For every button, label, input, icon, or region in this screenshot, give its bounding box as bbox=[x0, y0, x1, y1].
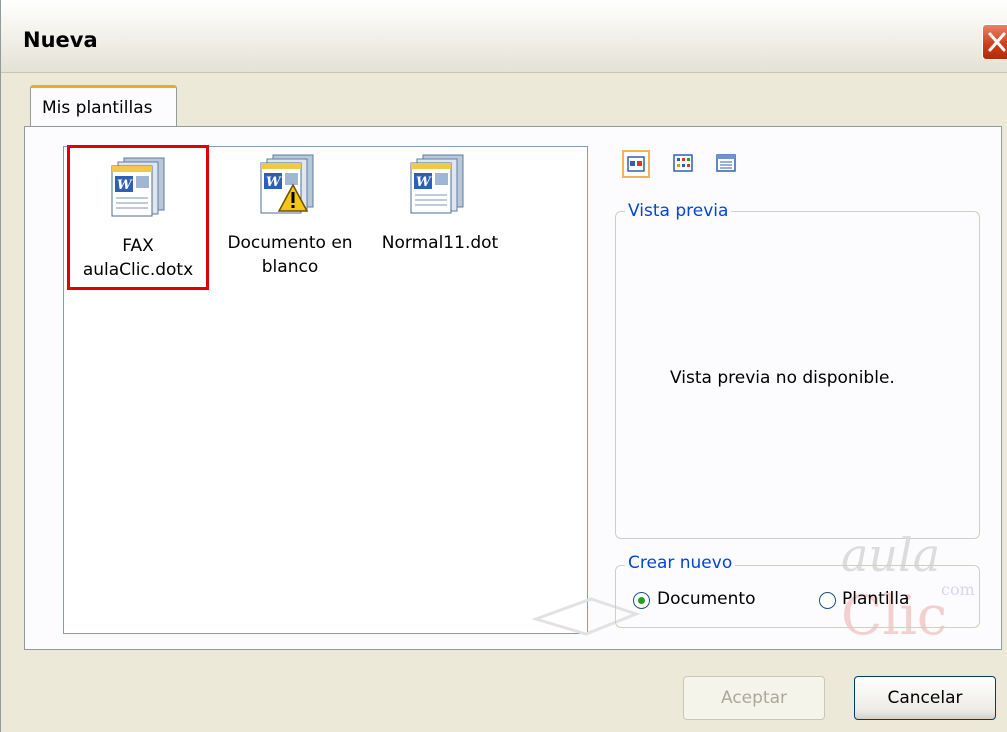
svg-text:W: W bbox=[416, 175, 432, 190]
document-radio-label[interactable]: Documento bbox=[657, 589, 755, 609]
template-radio-label[interactable]: Plantilla bbox=[842, 589, 909, 609]
word-template-icon: W bbox=[111, 157, 165, 217]
list-view-button[interactable] bbox=[670, 150, 698, 178]
cancel-button[interactable]: Cancelar bbox=[854, 676, 996, 720]
details-view-icon bbox=[716, 154, 736, 172]
new-document-dialog: Nueva Mis plantillas W FAX aulaClic.dotx bbox=[0, 0, 1007, 732]
close-button[interactable] bbox=[982, 24, 1007, 60]
template-name-line1: FAX bbox=[122, 236, 154, 256]
template-name-line1: Normal11.dot bbox=[381, 233, 499, 253]
details-view-button[interactable] bbox=[713, 150, 741, 178]
tab-mis-plantillas[interactable]: Mis plantillas bbox=[30, 85, 177, 127]
document-radio[interactable] bbox=[633, 592, 650, 609]
word-template-icon: W bbox=[410, 154, 464, 214]
close-icon bbox=[988, 32, 1006, 52]
large-icons-view-icon bbox=[627, 156, 645, 172]
accept-button[interactable]: Aceptar bbox=[683, 676, 825, 720]
create-new-group-title: Crear nuevo bbox=[625, 553, 736, 573]
tab-label: Mis plantillas bbox=[42, 98, 153, 118]
template-name-line2: aulaClic.dotx bbox=[82, 260, 194, 280]
preview-message: Vista previa no disponible. bbox=[670, 368, 895, 388]
large-icons-view-button[interactable] bbox=[622, 150, 650, 178]
list-view-icon bbox=[673, 154, 693, 172]
template-item-normal11[interactable]: W Normal11.dot bbox=[369, 148, 511, 288]
svg-text:W: W bbox=[266, 175, 282, 190]
template-item-fax-aulaclic[interactable]: W FAX aulaClic.dotx bbox=[67, 145, 209, 290]
template-radio[interactable] bbox=[819, 592, 836, 609]
svg-text:W: W bbox=[117, 178, 133, 193]
title-bar[interactable]: Nueva bbox=[1, 0, 1007, 73]
template-item-documento-en-blanco[interactable]: W Documento en blanco bbox=[215, 148, 365, 288]
template-name-line1: Documento en bbox=[227, 233, 353, 253]
word-template-warning-icon: W bbox=[260, 154, 314, 214]
preview-group-title: Vista previa bbox=[625, 201, 732, 221]
template-name-line2: blanco bbox=[261, 257, 319, 277]
dialog-title: Nueva bbox=[23, 28, 98, 52]
